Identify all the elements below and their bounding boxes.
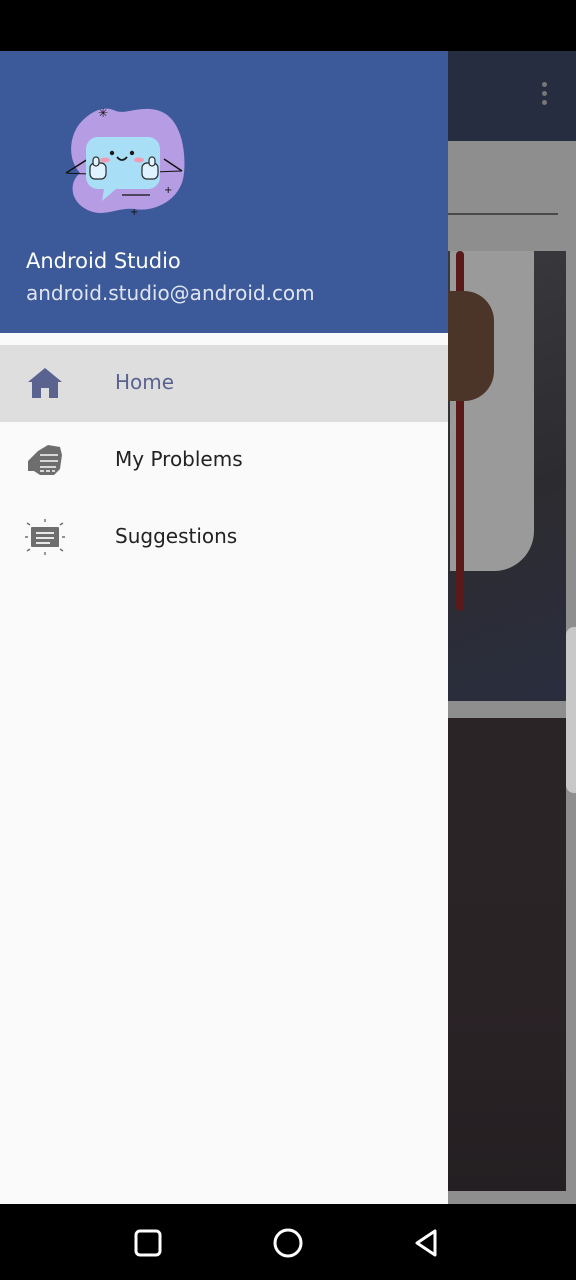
svg-text:✳: ✳ bbox=[98, 106, 108, 120]
system-navigation-bar bbox=[0, 1204, 576, 1280]
drawer-header: ✳ + + Android Studio android.studio@andr… bbox=[0, 51, 448, 333]
drawer-item-label: Suggestions bbox=[115, 524, 238, 548]
drawer-item-label: Home bbox=[115, 370, 175, 394]
drawer-item-my-problems[interactable]: My Problems bbox=[0, 422, 448, 499]
drawer-item-home[interactable]: Home bbox=[0, 345, 448, 422]
status-bar bbox=[0, 0, 576, 51]
drawer-item-label: My Problems bbox=[115, 447, 243, 471]
drawer-item-suggestions[interactable]: Suggestions bbox=[0, 499, 448, 576]
svg-text:+: + bbox=[164, 185, 172, 196]
home-circle-icon[interactable] bbox=[271, 1226, 305, 1260]
background-image-card-second[interactable] bbox=[440, 718, 566, 1191]
home-icon bbox=[28, 368, 62, 398]
fist-icon bbox=[28, 445, 62, 475]
user-email: android.studio@android.com bbox=[26, 281, 315, 305]
background-image-card-doctor[interactable] bbox=[440, 251, 566, 701]
svg-text:+: + bbox=[130, 207, 138, 218]
background-input-underline bbox=[448, 213, 558, 215]
back-triangle-icon[interactable] bbox=[410, 1226, 444, 1260]
edge-scroll-handle[interactable] bbox=[566, 627, 576, 793]
drawer-menu: Home My Problems Suggestions bbox=[0, 345, 448, 576]
suggestion-board-icon bbox=[25, 519, 65, 555]
more-vertical-icon[interactable] bbox=[540, 82, 548, 110]
navigation-drawer: ✳ + + Android Studio android.studio@andr… bbox=[0, 51, 448, 1204]
user-name: Android Studio bbox=[26, 249, 181, 273]
avatar: ✳ + + bbox=[65, 106, 185, 218]
recent-apps-icon[interactable] bbox=[131, 1226, 165, 1260]
